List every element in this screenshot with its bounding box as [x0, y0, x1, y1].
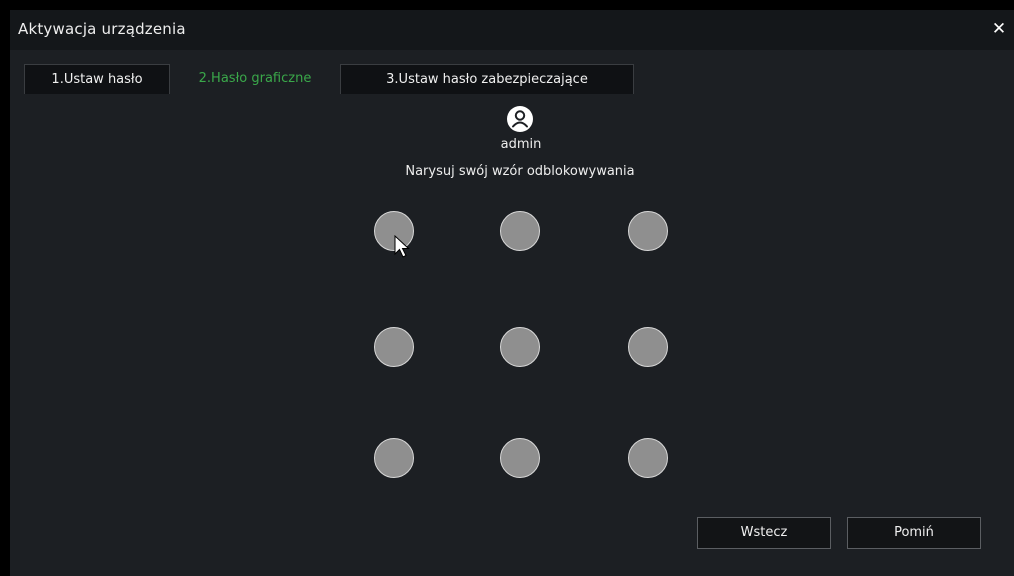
- pattern-dot[interactable]: [500, 211, 540, 251]
- pattern-dot[interactable]: [628, 438, 668, 478]
- pattern-dot[interactable]: [500, 438, 540, 478]
- tab-pattern-password[interactable]: 2.Hasło graficzne: [170, 64, 340, 94]
- pattern-dot[interactable]: [374, 438, 414, 478]
- close-icon[interactable]: ✕: [988, 18, 1010, 40]
- pattern-dot[interactable]: [374, 211, 414, 251]
- dialog-title: Aktywacja urządzenia: [18, 20, 186, 38]
- pattern-dot[interactable]: [628, 211, 668, 251]
- title-bar: Aktywacja urządzenia ✕: [10, 10, 1014, 50]
- activation-dialog: Aktywacja urządzenia ✕ 1.Ustaw hasło 2.H…: [10, 10, 1014, 576]
- pattern-instruction: Narysuj swój wzór odblokowywania: [405, 164, 635, 179]
- pattern-dot[interactable]: [500, 327, 540, 367]
- pattern-dot[interactable]: [374, 327, 414, 367]
- tab-set-password[interactable]: 1.Ustaw hasło: [24, 64, 170, 94]
- tab-security-password[interactable]: 3.Ustaw hasło zabezpieczające: [340, 64, 634, 94]
- user-avatar-icon: [507, 106, 533, 132]
- username: admin: [500, 137, 542, 152]
- skip-button[interactable]: Pomiń: [847, 517, 981, 549]
- user-block: [502, 106, 538, 132]
- pattern-dot[interactable]: [628, 327, 668, 367]
- back-button[interactable]: Wstecz: [697, 517, 831, 549]
